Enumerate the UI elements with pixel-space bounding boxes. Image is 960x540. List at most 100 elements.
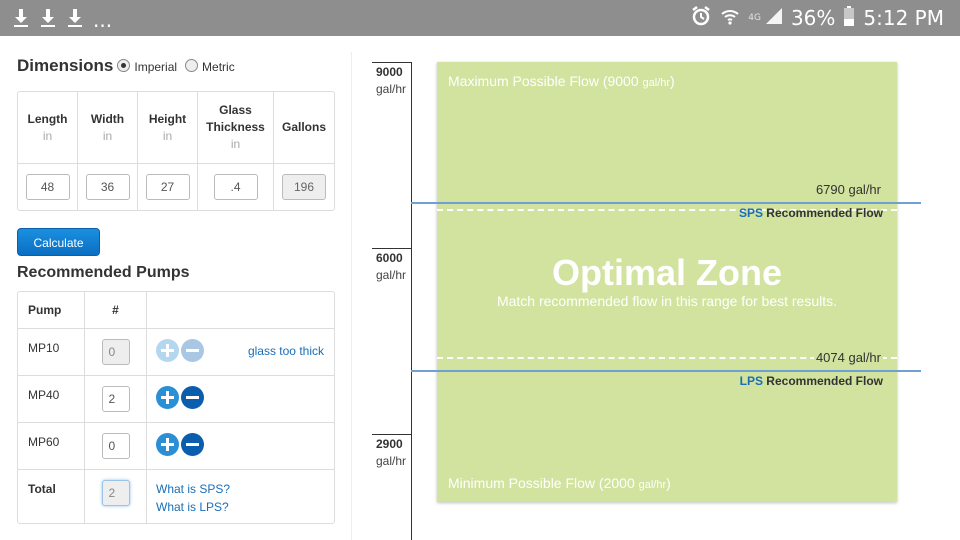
panel-divider [351,52,352,540]
actions-cell [147,376,334,422]
actions-cell [147,423,334,469]
imperial-radio[interactable] [117,59,131,72]
lps-flow-value: 4074 gal/hr [813,350,883,365]
height-header: Height in [138,92,198,163]
glass-thickness-cell: .4 [198,164,274,210]
length-cell: 48 [18,164,78,210]
pump-name: MP10 [18,329,85,375]
plus-icon[interactable] [156,386,179,409]
table-row: MP60 0 [18,423,334,470]
dimensions-title: Dimensions [17,56,114,75]
table-row: MP10 0 glass too thick [18,329,334,376]
tick-mark [372,62,412,63]
min-flow-close: ) [666,475,671,491]
what-is-sps-link[interactable]: What is SPS? [156,480,334,498]
plus-icon[interactable] [156,433,179,456]
recommended-pumps-title: Recommended Pumps [17,264,190,281]
tick-unit: gal/hr [376,454,407,468]
lps-flow-line [411,370,921,372]
max-flow-label: Maximum Possible Flow (9000 gal/hr) [448,73,675,89]
actions-cell: glass too thick [147,329,334,375]
gallons-label: Gallons [281,120,326,134]
height-cell: 27 [138,164,198,210]
pump-note: glass too thick [247,344,324,358]
alarm-icon [690,5,712,32]
pump-column-header: Pump [18,292,85,328]
length-header: Length in [18,92,78,163]
download-icon [66,7,84,29]
glass-thickness-input[interactable]: .4 [213,174,258,200]
calculate-button[interactable]: Calculate [17,228,100,256]
qty-cell: 0 [85,423,147,469]
status-time: 5:12 PM [863,6,944,30]
battery-percentage: 36% [790,6,836,30]
table-row: MP40 2 [18,376,334,423]
dimensions-input-row: 48 36 27 .4 196 [18,164,334,210]
help-links: What is SPS? What is LPS? [147,470,334,524]
what-is-lps-link[interactable]: What is LPS? [156,498,334,516]
minus-icon [181,339,204,362]
sps-recommended-label: SPS Recommended Flow [739,206,883,220]
width-input[interactable]: 36 [85,174,130,200]
length-input[interactable]: 48 [25,174,70,200]
height-unit: in [162,128,173,143]
tick-label: 9000 [376,65,403,79]
glass-thickness-header: Glass Thickness in [198,92,274,163]
total-qty-cell: 2 [85,470,147,524]
qty-input: 0 [101,339,130,365]
minus-icon[interactable] [181,386,204,409]
actions-column-header [147,292,334,328]
width-cell: 36 [78,164,138,210]
pumps-table: Pump # MP10 0 glass too thick MP40 2 MP6… [17,291,335,524]
max-flow-unit: gal/hr [642,77,671,89]
sps-flow-line [411,202,921,204]
pump-name: MP60 [18,423,85,469]
tick-label: 2900 [376,437,403,451]
optimal-zone-subtitle: Match recommended flow in this range for… [496,293,838,309]
total-label: Total [18,470,85,524]
qty-input[interactable]: 2 [101,386,130,412]
dimensions-header: Dimensions Imperial Metric [17,56,335,86]
lps-rec-text: Recommended Flow [762,374,883,388]
dimensions-table: Length in Width in Height in Glass Thicknes… [17,91,335,211]
gallons-header: Gallons [274,92,334,163]
metric-label[interactable]: Metric [202,60,235,74]
qty-input[interactable]: 0 [101,433,130,459]
glass-thickness-unit: in [230,137,241,151]
height-input[interactable]: 27 [145,174,190,200]
pump-name: MP40 [18,376,85,422]
calculator-panel: Dimensions Imperial Metric Length in Widt… [17,56,335,524]
signal-icon [765,6,783,30]
total-qty-field: 2 [101,480,130,506]
y-axis [411,62,412,540]
width-unit: in [102,128,113,143]
max-flow-close: ) [670,73,675,89]
lps-recommended-label: LPS Recommended Flow [740,374,883,388]
length-unit: in [42,128,53,143]
network-type-label: 4G [748,13,761,23]
glass-thickness-label: Glass Thickness [206,103,265,134]
qty-cell: 2 [85,376,147,422]
lps-acronym: LPS [739,374,763,388]
qty-cell: 0 [85,329,147,375]
metric-radio[interactable] [185,59,199,72]
tick-unit: gal/hr [376,268,407,282]
count-column-header: # [85,292,147,328]
overflow-dots: ... [93,8,113,32]
imperial-label[interactable]: Imperial [134,60,177,74]
optimal-zone-title: Optimal Zone [551,252,782,293]
wifi-icon [720,6,740,31]
total-row: Total 2 What is SPS? What is LPS? [18,470,334,524]
tick-unit: gal/hr [376,82,407,96]
dimensions-header-row: Length in Width in Height in Glass Thicknes… [18,92,334,164]
tick-label: 6000 [376,251,403,265]
minus-icon[interactable] [181,433,204,456]
download-icon [39,7,57,29]
length-label: Length [27,111,68,126]
tick-mark [372,248,412,249]
sps-acronym: SPS [738,206,763,220]
status-bar: ... 4G 36% 5:12 PM [0,0,960,36]
sps-flow-value: 6790 gal/hr [815,182,881,197]
min-flow-unit: gal/hr [638,479,667,491]
min-flow-label: Minimum Possible Flow (2000 gal/hr) [448,475,671,491]
